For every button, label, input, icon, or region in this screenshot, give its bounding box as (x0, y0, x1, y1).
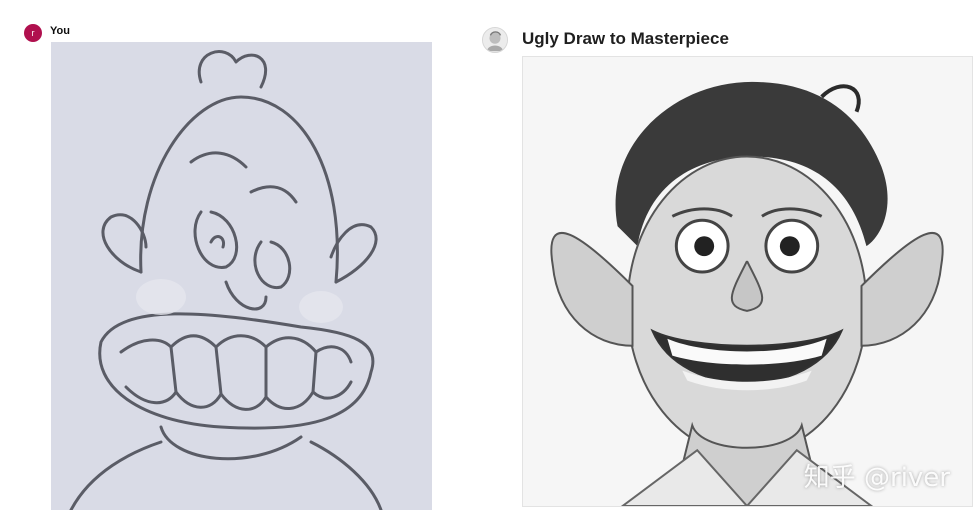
gpt-author-label[interactable]: Ugly Draw to Masterpiece (522, 29, 729, 49)
gpt-profile-icon[interactable] (482, 27, 508, 53)
user-author-label: You (50, 25, 70, 37)
watermark-text: 知乎 @river (803, 463, 950, 493)
generated-caricature-image[interactable]: 知乎 @river (522, 56, 973, 507)
user-avatar: r (24, 24, 42, 42)
user-uploaded-sketch-image[interactable] (51, 42, 432, 510)
